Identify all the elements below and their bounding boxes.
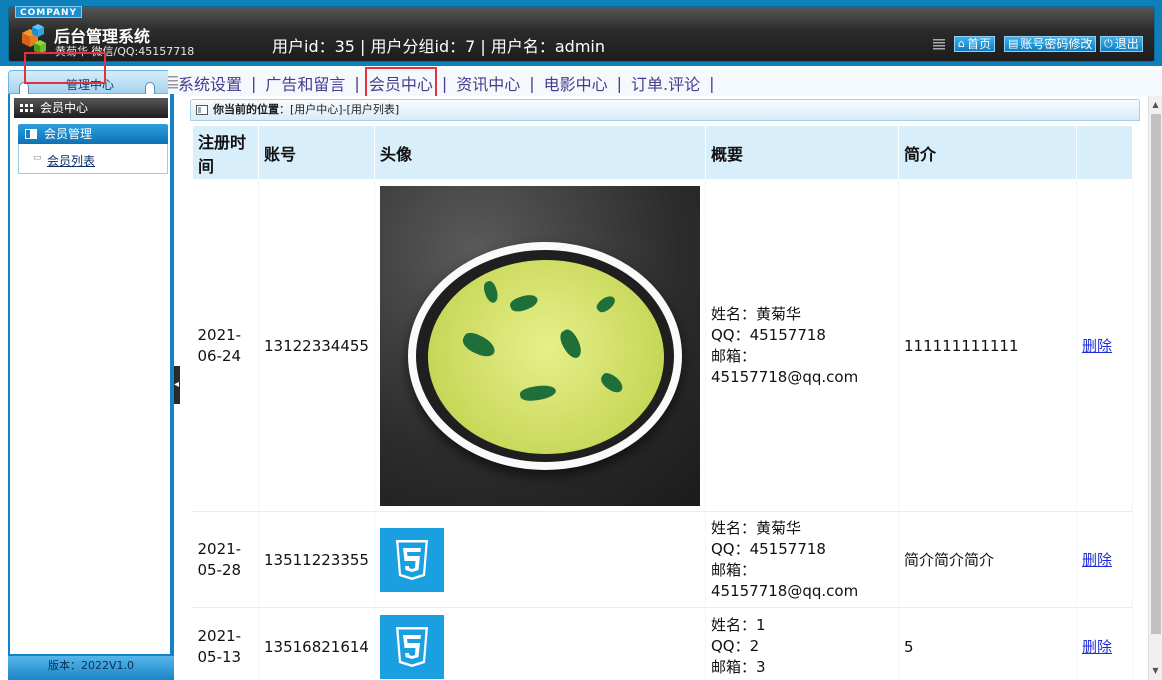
document-icon: ▤ <box>1008 37 1019 50</box>
nav-grip-icon <box>168 76 178 89</box>
nav-separator: | <box>529 73 535 93</box>
document-icon <box>196 105 208 115</box>
col-account: 账号 <box>258 125 375 180</box>
home-icon: ⌂ <box>958 37 965 50</box>
cell-register-time: 2021-05-28 <box>192 511 259 608</box>
cell-action: 删除 <box>1076 179 1133 512</box>
scroll-down-icon[interactable]: ▼ <box>1149 664 1162 678</box>
chevron-left-icon: ◂ <box>174 379 180 390</box>
breadcrumb-label: 你当前的位置 <box>213 103 279 116</box>
avatar-css3-logo <box>379 614 444 679</box>
nav-movie-center[interactable]: 电影中心 <box>544 71 608 95</box>
user-info: 用户id：35 | 用户分组id：7 | 用户名：admin <box>272 37 606 56</box>
delete-link[interactable]: 删除 <box>1082 551 1112 569</box>
cell-intro: 111111111111 <box>898 179 1077 512</box>
cell-summary: 姓名：黄菊华 QQ：45157718 邮箱： 45157718@qq.com <box>705 511 899 608</box>
sidebar-group-member-management[interactable]: 会员管理 <box>18 124 168 144</box>
nav-system-settings[interactable]: 系统设置 <box>178 71 242 95</box>
nav-separator: | <box>354 73 360 93</box>
logo-cubes-icon <box>22 24 46 54</box>
sidebar-panel: 会员中心 会员管理 ▭ 会员列表 <box>10 94 170 654</box>
home-button[interactable]: ⌂ 首页 <box>954 36 995 52</box>
member-table: 注册时间 账号 头像 概要 简介 2021-06-24 13122334455 <box>192 125 1133 680</box>
table-row: 2021-06-24 13122334455 姓名：黄菊华 QQ：4515771… <box>192 179 1133 512</box>
cell-account: 13122334455 <box>258 179 375 512</box>
col-summary: 概要 <box>704 125 899 180</box>
main-content: 你当前的位置：[用户中心]-[用户列表] 注册时间 账号 头像 概要 简介 20… <box>180 96 1148 680</box>
soup-broth <box>427 259 664 454</box>
scroll-thumb[interactable] <box>1151 114 1161 634</box>
company-badge: COMPANY <box>15 6 82 18</box>
table-header-row: 注册时间 账号 头像 概要 简介 <box>192 125 1133 180</box>
cell-register-time: 2021-05-13 <box>192 607 259 680</box>
sidebar-item-member-list[interactable]: 会员列表 <box>47 152 95 169</box>
cell-account: 13511223355 <box>258 511 375 608</box>
css3-icon <box>395 626 428 667</box>
avatar-soup-photo <box>379 185 700 506</box>
cell-avatar <box>374 179 706 512</box>
nav-separator: | <box>251 73 257 93</box>
version-label: 版本：2022V1.0 <box>8 656 174 680</box>
css3-icon <box>395 539 428 580</box>
table-row: 2021-05-13 13516821614 姓名：1 QQ：2 邮箱：3 5 … <box>192 607 1133 680</box>
book-icon <box>25 129 37 139</box>
nav-separator: | <box>709 73 715 93</box>
nav-separator: | <box>441 73 448 93</box>
col-register-time: 注册时间 <box>192 125 259 180</box>
nav-orders-comments[interactable]: 订单.评论 <box>631 71 700 95</box>
grid-icon <box>20 104 33 112</box>
nav-member-center[interactable]: 会员中心 <box>364 67 437 99</box>
breadcrumb-path: ：[用户中心]-[用户列表] <box>279 103 400 116</box>
cell-summary: 姓名：黄菊华 QQ：45157718 邮箱： 45157718@qq.com <box>705 179 899 512</box>
delete-link[interactable]: 删除 <box>1082 638 1112 656</box>
cell-register-time: 2021-06-24 <box>192 179 259 512</box>
breadcrumb: 你当前的位置：[用户中心]-[用户列表] <box>190 99 1140 121</box>
nav-ads-messages[interactable]: 广告和留言 <box>265 71 345 95</box>
scroll-up-icon[interactable]: ▲ <box>1149 98 1162 112</box>
col-intro: 简介 <box>897 125 1077 180</box>
cell-avatar <box>374 511 706 608</box>
sidebar-section-member-center[interactable]: 会员中心 <box>14 98 168 118</box>
avatar-css3-logo <box>379 527 444 592</box>
col-avatar: 头像 <box>373 125 706 180</box>
cell-intro: 5 <box>898 607 1077 680</box>
menu-lines-icon <box>933 39 945 50</box>
cell-action: 删除 <box>1076 511 1133 608</box>
table-row: 2021-05-28 13511223355 姓名：黄菊华 QQ：4515771… <box>192 511 1133 608</box>
col-action <box>1075 125 1133 180</box>
nav-news-center[interactable]: 资讯中心 <box>456 71 520 95</box>
logout-button[interactable]: ⏻ 退出 <box>1100 36 1143 52</box>
sidebar-group-items: ▭ 会员列表 <box>18 144 168 174</box>
page-icon: ▭ <box>33 153 42 163</box>
power-icon: ⏻ <box>1104 37 1113 50</box>
delete-link[interactable]: 删除 <box>1082 337 1112 355</box>
member-list-highlight <box>24 52 106 84</box>
change-password-button[interactable]: ▤ 账号密码修改 <box>1004 36 1097 52</box>
nav-items: 系统设置 | 广告和留言 | 会员中心 | 资讯中心 | 电影中心 | 订单.评… <box>178 67 724 99</box>
cell-intro: 简介简介简介 <box>898 511 1077 608</box>
cell-summary: 姓名：1 QQ：2 邮箱：3 <box>705 607 899 680</box>
cell-avatar <box>374 607 706 680</box>
vertical-scrollbar[interactable]: ▲ ▼ <box>1148 96 1162 680</box>
nav-separator: | <box>616 73 623 93</box>
cell-action: 删除 <box>1076 607 1133 680</box>
cell-account: 13516821614 <box>258 607 375 680</box>
sidebar: 会员中心 会员管理 ▭ 会员列表 <box>8 94 174 680</box>
